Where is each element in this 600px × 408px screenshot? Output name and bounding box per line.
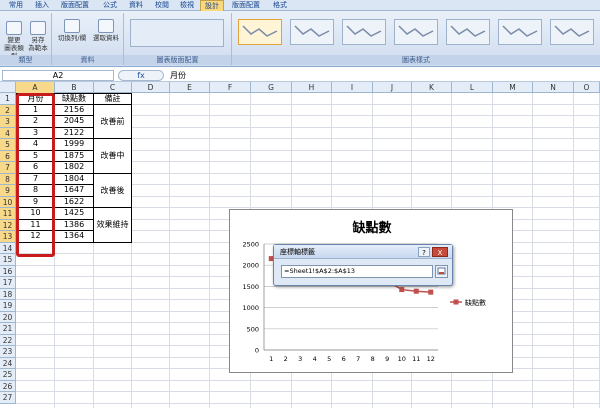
selection-highlight <box>16 93 55 257</box>
row-header-27[interactable]: 27 <box>0 392 16 404</box>
data-point <box>399 287 405 293</box>
x-tick-label: 10 <box>398 355 406 363</box>
cell-note[interactable]: 改善後 <box>94 173 132 208</box>
help-button[interactable]: ? <box>418 247 430 257</box>
x-tick-label: 12 <box>427 355 435 363</box>
cell-defects[interactable]: 1875 <box>55 150 94 162</box>
x-tick-label: 8 <box>371 355 375 363</box>
row-header-12[interactable]: 12 <box>0 219 16 231</box>
header-note[interactable]: 備註 <box>94 93 132 105</box>
row-header-21[interactable]: 21 <box>0 323 16 335</box>
x-tick-label: 1 <box>269 355 273 363</box>
x-tick-label: 11 <box>412 355 420 363</box>
row-header-10[interactable]: 10 <box>0 196 16 208</box>
row-header-26[interactable]: 26 <box>0 380 16 392</box>
cell-defects[interactable]: 2122 <box>55 127 94 139</box>
row-gridline <box>16 391 600 392</box>
cell-note[interactable]: 改善中 <box>94 139 132 174</box>
row-header-20[interactable]: 20 <box>0 311 16 323</box>
close-button[interactable]: X <box>432 247 448 257</box>
cell-defects[interactable]: 1647 <box>55 185 94 197</box>
row-header-15[interactable]: 15 <box>0 254 16 266</box>
row-header-19[interactable]: 19 <box>0 300 16 312</box>
y-tick-label: 2500 <box>242 241 259 249</box>
data-point <box>413 288 419 294</box>
row-header-11[interactable]: 11 <box>0 208 16 220</box>
column-gridline <box>573 93 574 408</box>
x-tick-label: 9 <box>385 355 389 363</box>
column-gridline <box>169 93 170 408</box>
collapse-icon <box>437 267 446 275</box>
row-header-17[interactable]: 17 <box>0 277 16 289</box>
row-header-24[interactable]: 24 <box>0 357 16 369</box>
row-header-4[interactable]: 4 <box>0 127 16 139</box>
cell-defects[interactable]: 1802 <box>55 162 94 174</box>
cell-note[interactable]: 改善前 <box>94 104 132 139</box>
row-header-13[interactable]: 13 <box>0 231 16 243</box>
row-header-2[interactable]: 2 <box>0 104 16 116</box>
row-gridline <box>16 402 600 404</box>
row-header-16[interactable]: 16 <box>0 265 16 277</box>
legend-marker <box>453 299 459 305</box>
cell-defects[interactable]: 1999 <box>55 139 94 151</box>
cell-defects[interactable]: 1386 <box>55 219 94 231</box>
column-gridline <box>532 93 533 408</box>
cell-defects[interactable]: 1425 <box>55 208 94 220</box>
x-tick-label: 3 <box>298 355 302 363</box>
y-tick-label: 500 <box>247 325 259 333</box>
x-tick-label: 2 <box>284 355 288 363</box>
row-gridline <box>16 379 600 381</box>
cell-defects[interactable]: 2156 <box>55 104 94 116</box>
collapse-dialog-button[interactable] <box>435 265 448 278</box>
row-header-18[interactable]: 18 <box>0 288 16 300</box>
chart-plot: 缺點數250020001500100050001 2 3 4 5 6 7 8 9 10 11 12缺點… <box>242 220 486 363</box>
y-tick-label: 2000 <box>242 262 259 270</box>
chart-title: 缺點數 <box>351 220 391 236</box>
x-tick-label: 6 <box>342 355 346 363</box>
cell-defects[interactable]: 1364 <box>55 231 94 243</box>
cell-defects[interactable]: 1804 <box>55 173 94 185</box>
y-tick-label: 1500 <box>242 283 259 291</box>
row-header-22[interactable]: 22 <box>0 334 16 346</box>
row-header-14[interactable]: 14 <box>0 242 16 254</box>
x-tick-label: 5 <box>327 355 331 363</box>
axis-labels-dialog[interactable]: 座標軸標籤 ? X =Sheet1!$A$2:$A$13 <box>273 244 453 286</box>
row-header-8[interactable]: 8 <box>0 173 16 185</box>
x-tick-label: 4 <box>313 355 317 363</box>
cell-defects[interactable]: 1622 <box>55 196 94 208</box>
y-tick-label: 1000 <box>242 304 259 312</box>
dialog-titlebar[interactable]: 座標軸標籤 ? X <box>274 245 452 259</box>
legend-label: 缺點數 <box>465 298 486 307</box>
row-header-3[interactable]: 3 <box>0 116 16 128</box>
header-defects[interactable]: 缺點數 <box>55 93 94 105</box>
row-header-5[interactable]: 5 <box>0 139 16 151</box>
axis-range-input[interactable]: =Sheet1!$A$2:$A$13 <box>281 265 433 278</box>
cell-note[interactable]: 效果維持 <box>94 208 132 243</box>
row-header-7[interactable]: 7 <box>0 162 16 174</box>
y-tick-label: 0 <box>255 347 259 355</box>
column-gridline <box>209 93 210 408</box>
row-header-1[interactable]: 1 <box>0 93 16 105</box>
line-chart[interactable]: 缺點數 2500 2000 1500 1000 500 0 1 2 3 4 5 6 7 8 9 10 11 12 缺點… <box>229 209 513 373</box>
dialog-title: 座標軸標籤 <box>280 248 315 256</box>
row-header-9[interactable]: 9 <box>0 185 16 197</box>
row-header-6[interactable]: 6 <box>0 150 16 162</box>
x-tick-label: 7 <box>356 355 360 363</box>
cell-defects[interactable]: 2045 <box>55 116 94 128</box>
row-header-25[interactable]: 25 <box>0 369 16 381</box>
row-header-23[interactable]: 23 <box>0 346 16 358</box>
data-point <box>428 289 434 295</box>
